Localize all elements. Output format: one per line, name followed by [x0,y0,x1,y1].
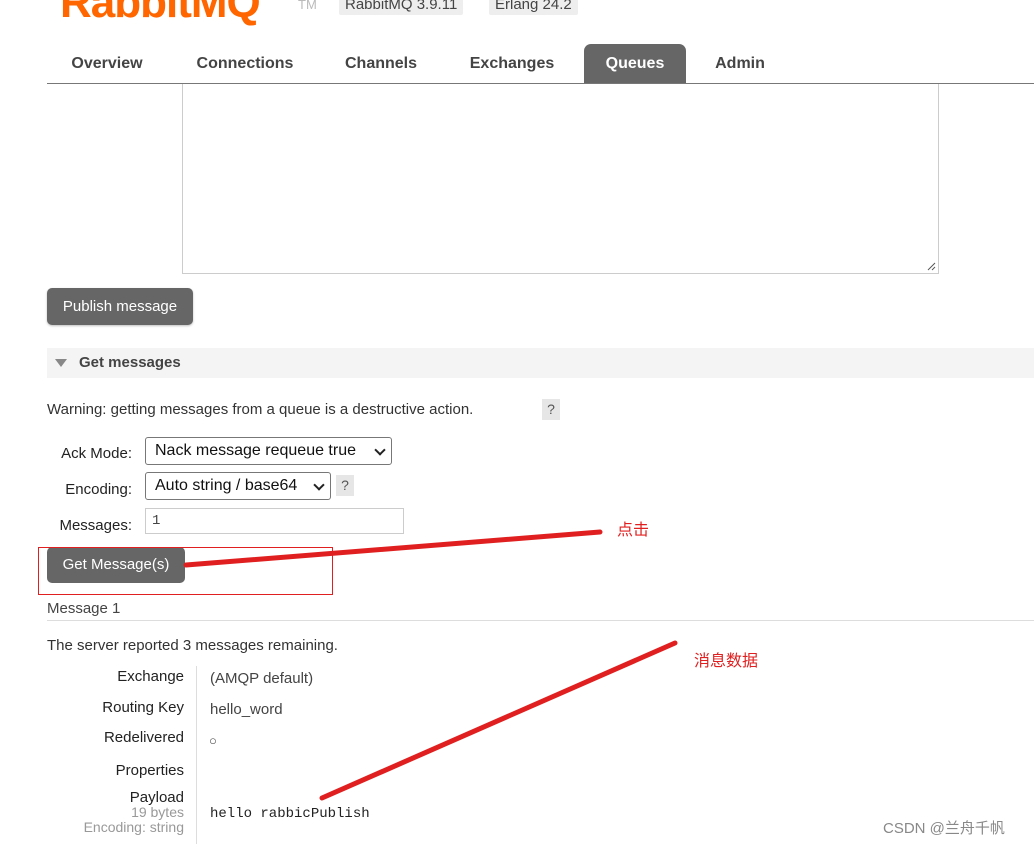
redelivered-label: Redelivered [103,729,184,746]
payload-encoding: Encoding: string [83,819,184,835]
resize-grip-icon[interactable] [927,262,936,271]
get-messages-section-header[interactable]: Get messages [47,348,1034,378]
tab-overview[interactable]: Overview [55,44,159,83]
version-badge: RabbitMQ 3.9.11 [339,0,464,15]
data-annotation: 消息数据 [694,653,759,670]
section-title: Get messages [79,354,181,371]
routing-key-label: Routing Key [102,699,184,716]
chevron-down-icon [374,444,386,456]
redelivered-value: ○ [209,733,217,748]
warning-help-icon[interactable]: ? [542,399,560,420]
payload-value: hello rabbicPublish [210,806,370,822]
encoding-value: Auto string / base64 [155,477,298,494]
destructive-warning: Warning: getting messages from a queue i… [47,401,474,418]
property-divider [196,666,197,844]
ack-mode-label: Ack Mode: [61,445,132,462]
properties-label: Properties [115,762,184,779]
payload-size: 19 bytes [131,804,184,820]
ack-mode-value: Nack message requeue true [155,442,356,459]
message-title: Message 1 [47,600,121,617]
remaining-count-text: The server reported 3 messages remaining… [47,637,338,654]
payload-textarea[interactable] [182,84,939,274]
pointer-line-data [319,640,678,801]
routing-key-value: hello_word [210,701,283,718]
tab-admin[interactable]: Admin [705,44,775,83]
tab-connections[interactable]: Connections [185,44,305,83]
tab-channels[interactable]: Channels [333,44,429,83]
tab-exchanges[interactable]: Exchanges [457,44,567,83]
encoding-help-icon[interactable]: ? [336,475,354,496]
chevron-down-icon [313,479,325,491]
messages-label: Messages: [59,517,132,534]
trademark-mark: TM [298,0,317,12]
main-nav-tabs: Overview Connections Channels Exchanges … [47,44,1034,84]
exchange-value: (AMQP default) [210,670,314,687]
encoding-select[interactable]: Auto string / base64 [145,472,331,500]
rabbitmq-logo: RabbitMQ [60,0,261,27]
erlang-badge: Erlang 24.2 [489,0,578,15]
exchange-label: Exchange [117,668,184,685]
tab-queues[interactable]: Queues [584,44,686,83]
messages-count-input[interactable]: 1 [145,508,404,534]
encoding-label: Encoding: [65,481,132,498]
watermark: CSDN @兰舟千帆 [883,820,1005,837]
collapse-triangle-icon [55,359,67,367]
click-annotation: 点击 [617,522,650,539]
publish-message-button[interactable]: Publish message [47,288,193,325]
divider [47,620,1034,621]
highlight-box [38,547,333,595]
ack-mode-select[interactable]: Nack message requeue true [145,437,392,465]
